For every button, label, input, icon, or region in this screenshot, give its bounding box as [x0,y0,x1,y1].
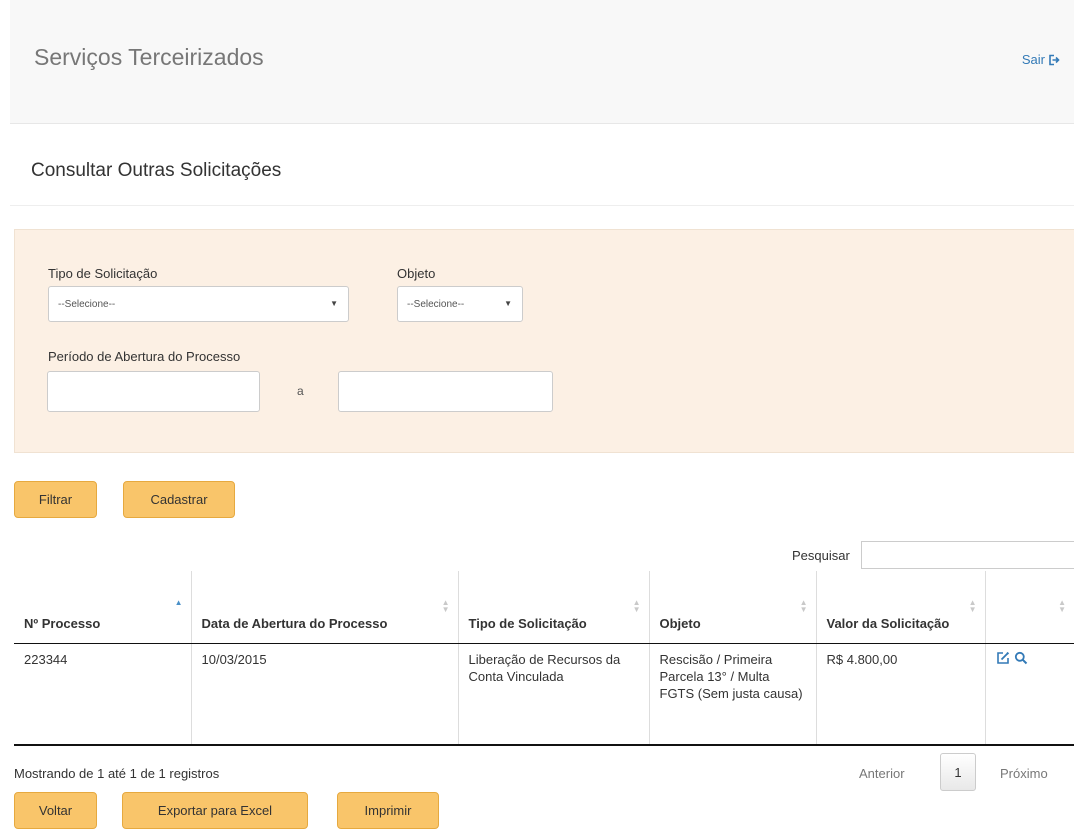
sign-out-icon [1049,54,1060,65]
search-label: Pesquisar [792,548,850,563]
imprimir-button[interactable]: Imprimir [337,792,439,829]
periodo-fim-input[interactable] [338,371,553,412]
title-divider [10,205,1074,206]
pagination-next[interactable]: Próximo [1000,766,1048,781]
app-title: Serviços Terceirizados [34,44,264,70]
sort-icon: ▲ ▼ [799,598,808,614]
sort-asc-icon: ▲ [174,598,183,607]
periodo-inicio-input[interactable] [47,371,260,412]
objeto-select[interactable]: --Selecione-- ▼ [397,286,523,322]
cell-data: 10/03/2015 [191,643,459,746]
filter-panel: Tipo de Solicitação --Selecione-- ▼ Obje… [14,229,1074,453]
cell-tipo: Liberação de Recursos da Conta Vinculada [458,643,650,746]
search-icon[interactable] [1014,651,1028,665]
chevron-down-icon: ▼ [330,299,338,308]
page-title: Consultar Outras Solicitações [31,160,282,181]
logout-link[interactable]: Sair [1022,52,1060,67]
cell-valor: R$ 4.800,00 [816,643,986,746]
sort-icon: ▲ ▼ [632,598,641,614]
app-header: Serviços Terceirizados Sair [10,0,1074,124]
cadastrar-button[interactable]: Cadastrar [123,481,235,518]
column-header-objeto[interactable]: Objeto ▲ ▼ [649,571,817,644]
objeto-label: Objeto [397,266,436,281]
pagination-info: Mostrando de 1 até 1 de 1 registros [14,766,220,781]
sort-icon: ▲ ▼ [441,598,450,614]
voltar-button[interactable]: Voltar [14,792,97,829]
search-input[interactable] [861,541,1074,569]
sort-icon: ▲ ▼ [968,598,977,614]
cell-processo: 223344 [14,643,192,746]
table-header-row: Nº Processo ▲ Data de Abertura do Process… [14,571,1074,644]
cell-objeto: Rescisão / Primeira Parcela 13° / Multa … [649,643,817,746]
sort-icon: ▲ ▼ [1058,598,1066,614]
pagination-prev[interactable]: Anterior [859,766,905,781]
logout-label: Sair [1021,52,1045,67]
column-header-acoes[interactable]: ▲ ▼ [985,571,1074,644]
exportar-excel-button[interactable]: Exportar para Excel [122,792,308,829]
table-row: 223344 10/03/2015 Liberação de Recursos … [14,643,1074,746]
cell-acoes [985,643,1074,746]
tipo-solicitacao-select[interactable]: --Selecione-- ▼ [48,286,349,322]
tipo-solicitacao-value: --Selecione-- [58,298,116,310]
pagination-page-1[interactable]: 1 [940,753,976,791]
chevron-down-icon: ▼ [504,299,512,308]
column-header-tipo[interactable]: Tipo de Solicitação ▲ ▼ [458,571,650,644]
solicitacoes-table: Nº Processo ▲ Data de Abertura do Process… [14,571,1074,746]
edit-icon[interactable] [996,651,1010,665]
objeto-value: --Selecione-- [407,298,465,310]
column-header-valor[interactable]: Valor da Solicitação ▲ ▼ [816,571,986,644]
periodo-label: Período de Abertura do Processo [48,349,241,364]
tipo-solicitacao-label: Tipo de Solicitação [48,266,158,281]
column-header-processo[interactable]: Nº Processo ▲ [14,571,192,644]
periodo-separator: a [297,384,304,398]
column-header-data[interactable]: Data de Abertura do Processo ▲ ▼ [191,571,459,644]
filtrar-button[interactable]: Filtrar [14,481,97,518]
